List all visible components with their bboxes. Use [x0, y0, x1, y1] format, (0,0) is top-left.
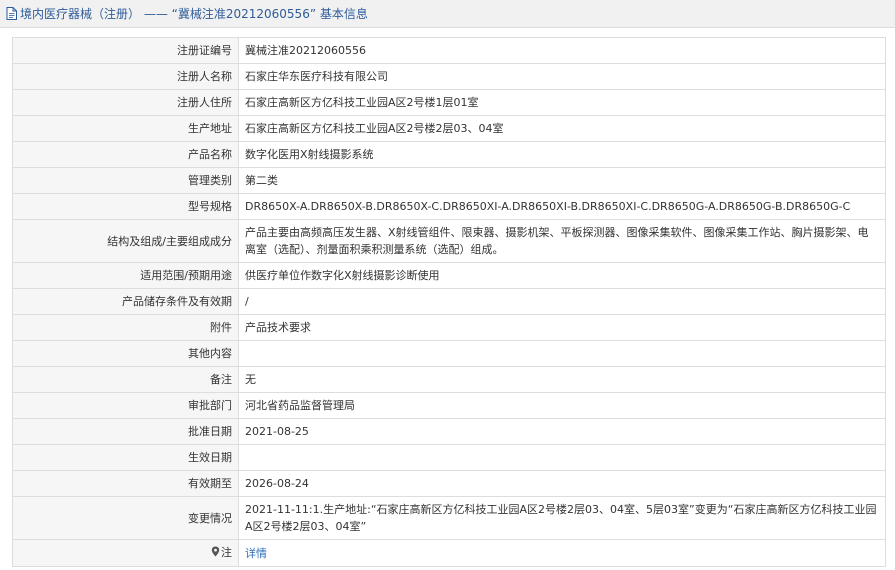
- table-row: 有效期至 2026-08-24: [12, 470, 886, 497]
- field-label: 管理类别: [12, 167, 239, 194]
- field-value: DR8650X-A.DR8650X-B.DR8650X-C.DR8650XI-A…: [238, 193, 886, 220]
- table-row: 型号规格 DR8650X-A.DR8650X-B.DR8650X-C.DR865…: [12, 193, 886, 220]
- field-value: 第二类: [238, 167, 886, 194]
- field-label: 生效日期: [12, 444, 239, 471]
- field-label: 附件: [12, 314, 239, 341]
- page-title: 境内医疗器械（注册） —— “冀械注准20212060556” 基本信息: [20, 7, 368, 21]
- table-row: 注册证编号 冀械注准20212060556: [12, 37, 886, 64]
- table-row: 批准日期 2021-08-25: [12, 418, 886, 445]
- note-row: 注 详情: [12, 539, 886, 567]
- field-value: 产品技术要求: [238, 314, 886, 341]
- note-value: 详情: [238, 539, 886, 567]
- field-value: 河北省药品监督管理局: [238, 392, 886, 419]
- table-row: 产品名称 数字化医用X射线摄影系统: [12, 141, 886, 168]
- table-row: 结构及组成/主要组成成分 产品主要由高频高压发生器、X射线管组件、限束器、摄影机…: [12, 219, 886, 263]
- note-label: 注: [12, 539, 239, 567]
- page-header: 境内医疗器械（注册） —— “冀械注准20212060556” 基本信息: [0, 0, 895, 28]
- field-label: 产品储存条件及有效期: [12, 288, 239, 315]
- table-row: 其他内容: [12, 340, 886, 367]
- table-row: 生产地址 石家庄高新区方亿科技工业园A区2号楼2层03、04室: [12, 115, 886, 142]
- field-value: 2021-11-11:1.生产地址:“石家庄高新区方亿科技工业园A区2号楼2层0…: [238, 496, 886, 540]
- table-row: 产品储存条件及有效期 /: [12, 288, 886, 315]
- table-row: 审批部门 河北省药品监督管理局: [12, 392, 886, 419]
- device-info-table: 注册证编号 冀械注准20212060556 注册人名称 石家庄华东医疗科技有限公…: [12, 37, 886, 567]
- field-label: 批准日期: [12, 418, 239, 445]
- document-icon: [6, 7, 17, 20]
- table-row: 变更情况 2021-11-11:1.生产地址:“石家庄高新区方亿科技工业园A区2…: [12, 496, 886, 540]
- field-label: 结构及组成/主要组成成分: [12, 219, 239, 263]
- field-label: 型号规格: [12, 193, 239, 220]
- field-label: 适用范围/预期用途: [12, 262, 239, 289]
- field-value: 2026-08-24: [238, 470, 886, 497]
- field-label: 备注: [12, 366, 239, 393]
- table-row: 生效日期: [12, 444, 886, 471]
- table-row: 备注 无: [12, 366, 886, 393]
- field-label: 注册人名称: [12, 63, 239, 90]
- field-value: /: [238, 288, 886, 315]
- details-link[interactable]: 详情: [245, 547, 267, 560]
- field-label: 生产地址: [12, 115, 239, 142]
- field-value: 石家庄高新区方亿科技工业园A区2号楼2层03、04室: [238, 115, 886, 142]
- field-label: 注册证编号: [12, 37, 239, 64]
- table-row: 管理类别 第二类: [12, 167, 886, 194]
- note-label-text: 注: [221, 546, 232, 559]
- field-label: 审批部门: [12, 392, 239, 419]
- pin-icon: [211, 545, 220, 562]
- field-label: 产品名称: [12, 141, 239, 168]
- field-label: 注册人住所: [12, 89, 239, 116]
- field-value: 冀械注准20212060556: [238, 37, 886, 64]
- table-row: 适用范围/预期用途 供医疗单位作数字化X射线摄影诊断使用: [12, 262, 886, 289]
- field-value: 石家庄华东医疗科技有限公司: [238, 63, 886, 90]
- field-value: 无: [238, 366, 886, 393]
- table-row: 注册人名称 石家庄华东医疗科技有限公司: [12, 63, 886, 90]
- field-value: [238, 340, 886, 367]
- field-label: 有效期至: [12, 470, 239, 497]
- field-value: 供医疗单位作数字化X射线摄影诊断使用: [238, 262, 886, 289]
- table-row: 附件 产品技术要求: [12, 314, 886, 341]
- field-label: 变更情况: [12, 496, 239, 540]
- field-value: 2021-08-25: [238, 418, 886, 445]
- table-row: 注册人住所 石家庄高新区方亿科技工业园A区2号楼1层01室: [12, 89, 886, 116]
- field-label: 其他内容: [12, 340, 239, 367]
- field-value: 石家庄高新区方亿科技工业园A区2号楼1层01室: [238, 89, 886, 116]
- field-value: [238, 444, 886, 471]
- field-value: 产品主要由高频高压发生器、X射线管组件、限束器、摄影机架、平板探测器、图像采集软…: [238, 219, 886, 263]
- field-value: 数字化医用X射线摄影系统: [238, 141, 886, 168]
